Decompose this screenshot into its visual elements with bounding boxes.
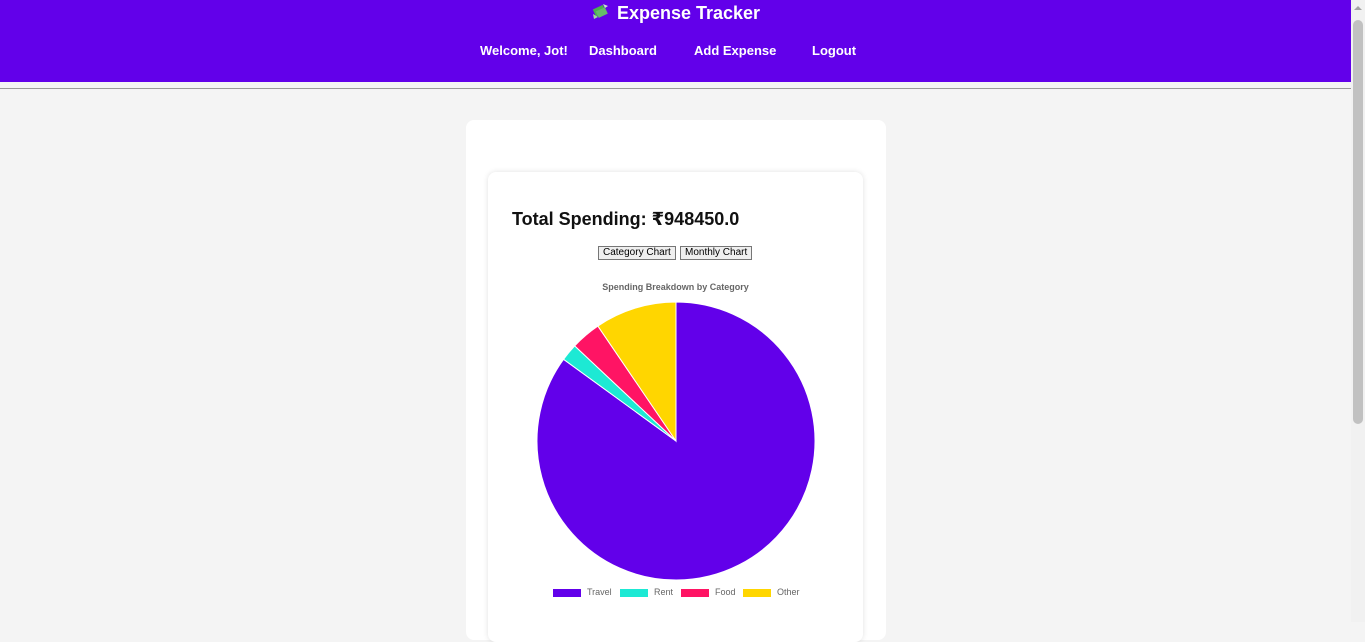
vertical-scrollbar[interactable] xyxy=(1351,0,1365,622)
legend-swatch xyxy=(681,589,709,597)
header-divider xyxy=(0,88,1351,89)
scroll-up-icon[interactable] xyxy=(1354,6,1362,10)
money-with-wings-icon xyxy=(591,2,611,26)
legend-swatch xyxy=(553,589,581,597)
legend-label: Other xyxy=(777,587,800,597)
scrollbar-thumb[interactable] xyxy=(1353,20,1363,424)
category-chart-button[interactable]: Category Chart xyxy=(598,246,676,260)
welcome-text: Welcome, Jot! xyxy=(480,43,568,58)
legend-swatch xyxy=(743,589,771,597)
monthly-chart-button[interactable]: Monthly Chart xyxy=(680,246,753,260)
app-brand: Expense Tracker xyxy=(0,2,1351,26)
nav-add-expense-link[interactable]: Add Expense xyxy=(694,43,776,58)
header-bar: Expense Tracker Welcome, Jot! Dashboard … xyxy=(0,0,1351,82)
legend-label: Rent xyxy=(654,587,674,597)
app-title: Expense Tracker xyxy=(616,3,761,23)
chart-title: Spending Breakdown by Category xyxy=(602,282,749,292)
total-spending: Total Spending: ₹948450.0 xyxy=(512,209,740,229)
category-pie-chart xyxy=(536,301,816,581)
nav-dashboard-link[interactable]: Dashboard xyxy=(589,43,657,58)
legend-swatch xyxy=(620,589,648,597)
nav-logout-link[interactable]: Logout xyxy=(812,43,856,58)
legend-label: Food xyxy=(715,587,736,597)
legend-label: Travel xyxy=(587,587,612,597)
nav-bar: Welcome, Jot! Dashboard Add Expense Logo… xyxy=(0,43,1351,59)
